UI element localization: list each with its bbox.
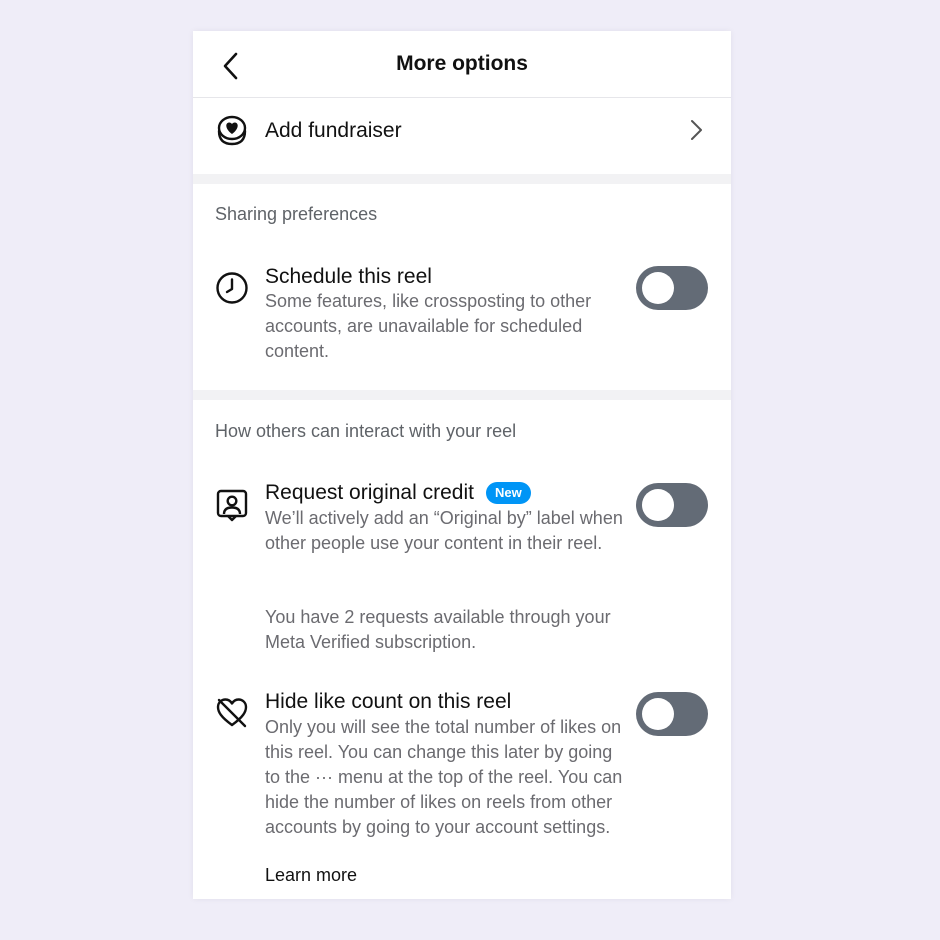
heart-slash-icon — [216, 698, 248, 728]
schedule-reel-description: Some features, like crossposting to othe… — [265, 291, 592, 361]
more-options-screen: More options Add fundraiser Sharing pref… — [193, 31, 731, 899]
interaction-heading: How others can interact with your reel — [215, 421, 517, 441]
hide-like-count-description: Only you will see the total number of li… — [265, 717, 623, 837]
add-fundraiser-row[interactable]: Add fundraiser — [193, 98, 731, 176]
new-badge: New — [485, 482, 531, 504]
sharing-preferences-heading: Sharing preferences — [215, 204, 378, 224]
original-credit-title-row: Request original credit New — [265, 481, 531, 505]
person-frame-icon — [216, 489, 248, 522]
hide-like-count-toggle[interactable] — [636, 692, 708, 736]
clock-icon — [216, 272, 248, 304]
section-divider — [193, 174, 731, 184]
chevron-right-icon — [691, 120, 702, 140]
section-divider — [193, 390, 731, 400]
header-bar: More options — [193, 31, 731, 98]
toggle-knob — [642, 272, 674, 304]
hide-like-count-title: Hide like count on this reel — [265, 690, 512, 713]
schedule-reel-title: Schedule this reel — [265, 265, 432, 288]
toggle-knob — [642, 489, 674, 521]
toggle-knob — [642, 698, 674, 730]
page-title: More options — [396, 52, 528, 75]
learn-more-link[interactable]: Learn more — [265, 865, 357, 886]
schedule-reel-toggle[interactable] — [636, 266, 708, 310]
heart-donation-icon — [217, 115, 247, 146]
original-credit-toggle[interactable] — [636, 483, 708, 527]
original-credit-title: Request original credit — [265, 481, 474, 504]
add-fundraiser-label: Add fundraiser — [265, 119, 402, 142]
original-credit-requests-note: You have 2 requests available through yo… — [265, 607, 611, 652]
original-credit-description: We’ll actively add an “Original by” labe… — [265, 508, 623, 553]
